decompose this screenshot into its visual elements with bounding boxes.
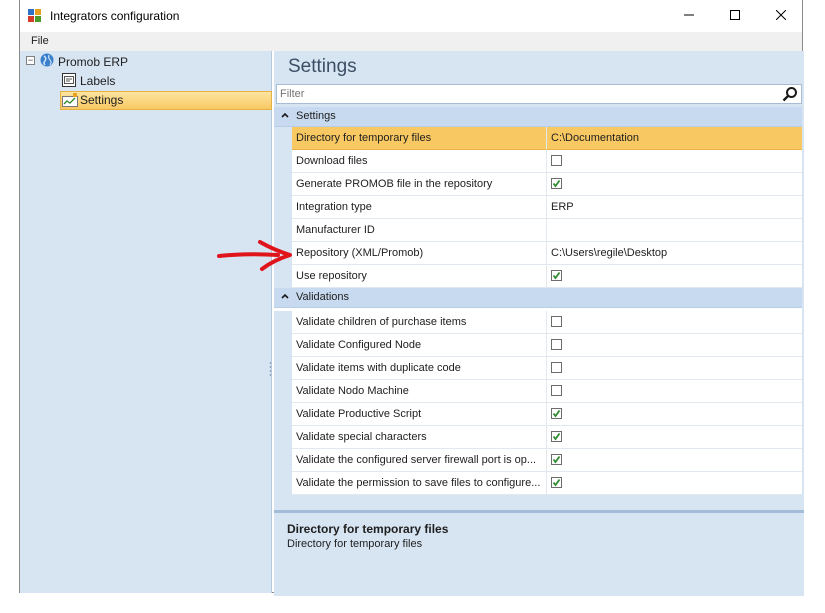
- checkbox-unchecked[interactable]: [551, 362, 562, 373]
- property-row[interactable]: Validate the permission to save files to…: [274, 472, 802, 495]
- checkmark-icon: [552, 478, 561, 487]
- property-name: Validate the permission to save files to…: [292, 472, 547, 495]
- property-name: Repository (XML/Promob): [292, 242, 547, 265]
- property-row[interactable]: Integration type ERP: [274, 196, 802, 219]
- checkbox-checked[interactable]: [551, 408, 562, 419]
- minimize-button[interactable]: [666, 0, 712, 30]
- checkmark-icon: [552, 179, 561, 188]
- category-settings[interactable]: Settings: [274, 107, 802, 127]
- checkmark-icon: [552, 271, 561, 280]
- property-row[interactable]: Validate children of purchase items: [274, 311, 802, 334]
- property-value[interactable]: ERP: [547, 196, 802, 219]
- labels-icon: [62, 73, 76, 87]
- annotation-arrow-icon: [217, 240, 292, 271]
- page-title: Settings: [288, 56, 357, 77]
- property-name: Validate Productive Script: [292, 403, 547, 426]
- description-title: Directory for temporary files: [287, 522, 449, 536]
- category-validations[interactable]: Validations: [274, 288, 802, 308]
- menu-bar: File: [20, 32, 802, 51]
- chevron-up-icon: [281, 112, 289, 118]
- minimize-icon: [684, 14, 694, 16]
- checkbox-checked[interactable]: [551, 178, 562, 189]
- maximize-icon: [730, 10, 740, 20]
- property-name: Integration type: [292, 196, 547, 219]
- property-row[interactable]: Repository (XML/Promob) C:\Users\regile\…: [274, 242, 802, 265]
- description-panel: Directory for temporary files Directory …: [274, 510, 804, 596]
- splitter-grip[interactable]: [269, 361, 272, 379]
- search-icon[interactable]: [782, 86, 798, 102]
- property-row[interactable]: Validate Configured Node: [274, 334, 802, 357]
- app-icon: [28, 9, 41, 22]
- chevron-up-icon: [281, 293, 289, 299]
- checkbox-unchecked[interactable]: [551, 385, 562, 396]
- checkbox-unchecked[interactable]: [551, 339, 562, 350]
- property-row[interactable]: Manufacturer ID: [274, 219, 802, 242]
- close-button[interactable]: [758, 0, 804, 30]
- property-name: Validate Configured Node: [292, 334, 547, 357]
- property-name: Validate the configured server firewall …: [292, 449, 547, 472]
- property-name: Generate PROMOB file in the repository: [292, 173, 547, 196]
- checkbox-unchecked[interactable]: [551, 316, 562, 327]
- property-name: Download files: [292, 150, 547, 173]
- property-name: Validate Nodo Machine: [292, 380, 547, 403]
- checkbox-checked[interactable]: [551, 454, 562, 465]
- property-row[interactable]: Use repository: [274, 265, 802, 288]
- property-value[interactable]: [547, 219, 802, 242]
- property-row[interactable]: Validate the configured server firewall …: [274, 449, 802, 472]
- filter-input[interactable]: [277, 85, 763, 103]
- property-name: Validate items with duplicate code: [292, 357, 547, 380]
- property-name: Use repository: [292, 265, 547, 288]
- tree-item-settings[interactable]: Settings: [80, 93, 123, 107]
- checkmark-icon: [552, 432, 561, 441]
- globe-icon: [40, 53, 54, 67]
- maximize-button[interactable]: [712, 0, 758, 30]
- app-window: Integrators configuration File − Promob …: [19, 0, 804, 596]
- window-title: Integrators configuration: [50, 9, 180, 23]
- property-row[interactable]: Validate Nodo Machine: [274, 380, 802, 403]
- menu-file[interactable]: File: [31, 35, 49, 47]
- property-row[interactable]: Download files: [274, 150, 802, 173]
- checkbox-checked[interactable]: [551, 270, 562, 281]
- property-value[interactable]: C:\Users\regile\Desktop: [547, 242, 802, 265]
- settings-chart-icon: [62, 93, 78, 107]
- property-value[interactable]: C:\Documentation: [547, 127, 802, 150]
- property-row[interactable]: Generate PROMOB file in the repository: [274, 173, 802, 196]
- property-name: Directory for temporary files: [292, 127, 547, 150]
- property-row[interactable]: Validate Productive Script: [274, 403, 802, 426]
- tree-item-labels[interactable]: Labels: [80, 74, 115, 88]
- filter-box: [276, 84, 802, 104]
- property-name: Validate special characters: [292, 426, 547, 449]
- property-row[interactable]: Directory for temporary files C:\Documen…: [274, 127, 802, 150]
- checkbox-checked[interactable]: [551, 477, 562, 488]
- property-row[interactable]: Validate special characters: [274, 426, 802, 449]
- category-label: Validations: [296, 291, 349, 303]
- property-name: Manufacturer ID: [292, 219, 547, 242]
- checkbox-checked[interactable]: [551, 431, 562, 442]
- tree-root-promob-erp[interactable]: Promob ERP: [58, 55, 128, 69]
- checkmark-icon: [552, 409, 561, 418]
- settings-pane: Settings Settings Directory for temporar…: [274, 51, 804, 596]
- property-name: Validate children of purchase items: [292, 311, 547, 334]
- description-text: Directory for temporary files: [287, 538, 423, 550]
- navigation-tree: − Promob ERP Labels Settings: [20, 51, 272, 593]
- collapse-toggle[interactable]: −: [26, 56, 35, 65]
- close-icon: [776, 10, 786, 20]
- category-label: Settings: [296, 110, 336, 122]
- property-row[interactable]: Validate items with duplicate code: [274, 357, 802, 380]
- checkmark-icon: [552, 455, 561, 464]
- checkbox-unchecked[interactable]: [551, 155, 562, 166]
- title-bar: Integrators configuration: [20, 0, 802, 32]
- property-grid: Settings Directory for temporary files C…: [274, 107, 802, 495]
